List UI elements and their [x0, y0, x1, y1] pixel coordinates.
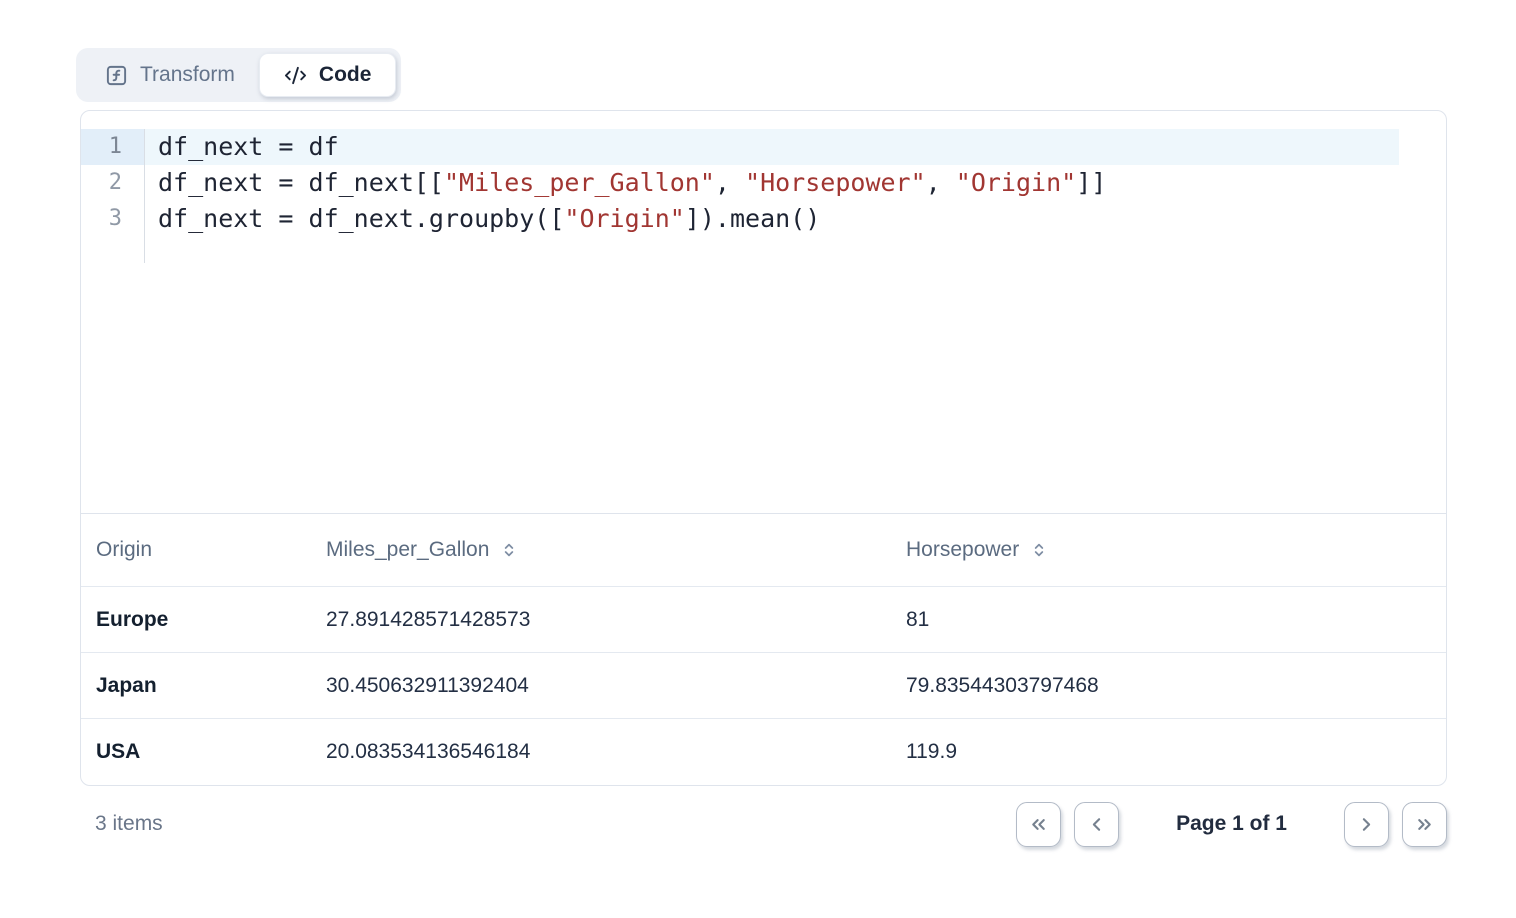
code-line-content: df_next = df_next[["Miles_per_Gallon", "…	[145, 165, 1399, 201]
next-page-button[interactable]	[1344, 802, 1389, 847]
chevron-left-icon	[1086, 814, 1107, 835]
editor-gutter-filler	[81, 237, 1446, 263]
column-header-horsepower[interactable]: Horsepower	[891, 514, 1446, 587]
cell-origin: Europe	[81, 587, 311, 653]
chevrons-right-icon	[1414, 814, 1435, 835]
tab-code[interactable]: Code	[259, 53, 397, 97]
chevrons-up-down-icon[interactable]	[501, 542, 517, 558]
table-row: Europe27.89142857142857381	[81, 587, 1446, 653]
code-line-content: df_next = df	[145, 129, 1399, 165]
page-indicator: Page 1 of 1	[1176, 812, 1287, 836]
column-label: Origin	[96, 538, 152, 562]
table-footer: 3 items Page 1 of 1	[80, 802, 1447, 847]
code-line-3[interactable]: 3df_next = df_next.groupby(["Origin"]).m…	[81, 201, 1446, 237]
prev-page-button[interactable]	[1074, 802, 1119, 847]
view-toggle: Transform Code	[76, 48, 401, 102]
line-number: 2	[81, 165, 145, 201]
chevrons-up-down-icon[interactable]	[1031, 542, 1047, 558]
tab-transform[interactable]: Transform	[81, 53, 259, 97]
code-line-2[interactable]: 2df_next = df_next[["Miles_per_Gallon", …	[81, 165, 1446, 201]
code-editor[interactable]: 1df_next = df2df_next = df_next[["Miles_…	[81, 111, 1446, 513]
cell-origin: Japan	[81, 653, 311, 719]
table-header-row: Origin Miles_per_Gallon Horsepower	[81, 514, 1446, 587]
cell-origin: USA	[81, 719, 311, 785]
column-label: Horsepower	[906, 538, 1019, 562]
pagination: Page 1 of 1	[1016, 802, 1447, 847]
tab-transform-label: Transform	[140, 63, 235, 87]
cell-miles_per_gallon: 20.083534136546184	[311, 719, 891, 785]
first-page-button[interactable]	[1016, 802, 1061, 847]
table-row: USA20.083534136546184119.9	[81, 719, 1446, 785]
cell-horsepower: 79.83544303797468	[891, 653, 1446, 719]
code-icon	[284, 64, 307, 87]
chevrons-left-icon	[1028, 814, 1049, 835]
last-page-button[interactable]	[1402, 802, 1447, 847]
column-label: Miles_per_Gallon	[326, 538, 489, 562]
cell-miles_per_gallon: 30.450632911392404	[311, 653, 891, 719]
cell-horsepower: 81	[891, 587, 1446, 653]
line-number: 1	[81, 129, 145, 165]
results-table: Origin Miles_per_Gallon Horsepower Europe2…	[81, 513, 1446, 785]
chevron-right-icon	[1356, 814, 1377, 835]
cell-miles_per_gallon: 27.891428571428573	[311, 587, 891, 653]
items-count: 3 items	[80, 812, 163, 836]
table-row: Japan30.45063291139240479.83544303797468	[81, 653, 1446, 719]
line-number: 3	[81, 201, 145, 237]
column-header-origin: Origin	[81, 514, 311, 587]
cell-horsepower: 119.9	[891, 719, 1446, 785]
column-header-miles_per_gallon[interactable]: Miles_per_Gallon	[311, 514, 891, 587]
tab-code-label: Code	[319, 63, 372, 87]
code-line-content: df_next = df_next.groupby(["Origin"]).me…	[145, 201, 1399, 237]
function-square-icon	[105, 64, 128, 87]
code-line-1[interactable]: 1df_next = df	[81, 129, 1446, 165]
code-and-results-panel: 1df_next = df2df_next = df_next[["Miles_…	[80, 110, 1447, 786]
